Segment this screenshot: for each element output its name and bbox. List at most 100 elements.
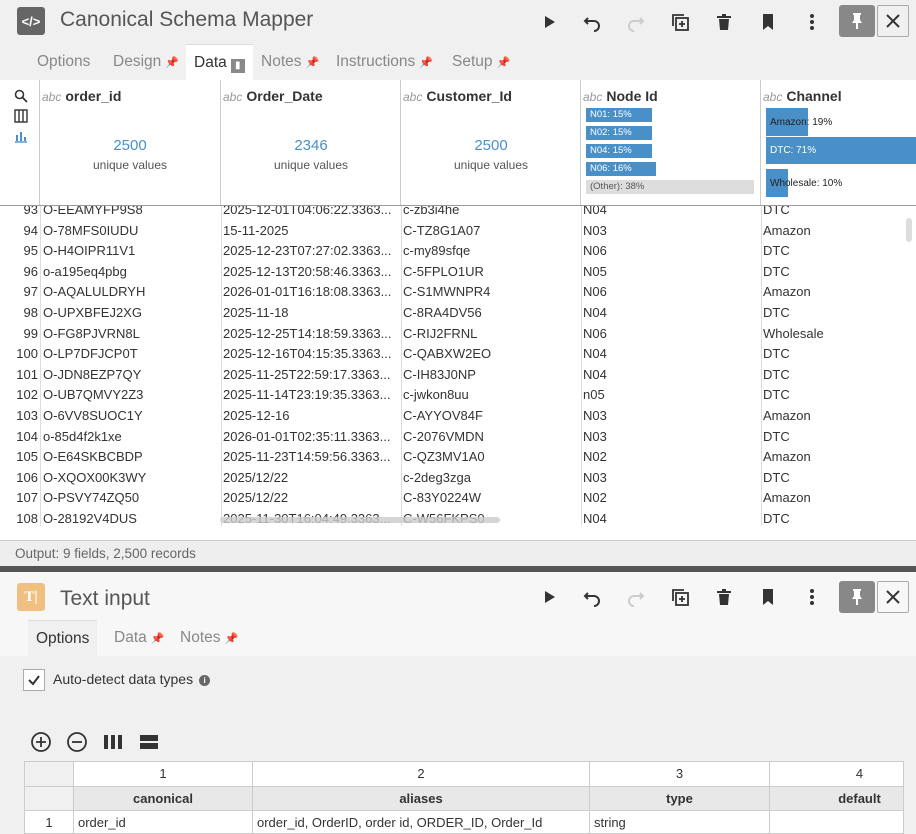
channel-cell: DTC	[763, 206, 790, 217]
close-icon	[886, 590, 900, 604]
bookmark-button[interactable]	[753, 8, 783, 36]
table-cell[interactable]: order_id, OrderID, order id, ORDER_ID, O…	[253, 811, 590, 833]
tab-notes[interactable]: Notes 📌	[253, 44, 327, 80]
close-panel-button[interactable]	[877, 581, 909, 613]
node-id-cell: N03	[583, 469, 607, 485]
row-index: 95	[23, 243, 38, 259]
redo-icon	[628, 17, 645, 32]
table-row[interactable]: 102 O-UB7QMVY2Z3 2025-11-14T23:19:35.3363.…	[0, 385, 916, 406]
table-row[interactable]: 106 O-XQOX00K3WY 2025/12/22 c-2deg3zga N03 DT…	[0, 468, 916, 489]
autodetect-checkbox[interactable]	[23, 669, 45, 691]
tab-setup[interactable]: Setup 📌	[444, 44, 518, 80]
customer-id-cell: C-RIJ2FRNL	[403, 325, 478, 341]
panel1-tabs: Options Design 📌 Data ▮ Notes 📌 Instruction…	[0, 44, 916, 80]
pin-panel-button[interactable]	[839, 5, 875, 37]
delete-button[interactable]	[709, 8, 739, 36]
column-header-order-id[interactable]: abc order_id 2500 unique values	[40, 80, 221, 206]
more-menu-button[interactable]	[797, 8, 827, 36]
redo-button[interactable]	[621, 583, 651, 611]
distribution-bar[interactable]: N04: 15%	[586, 144, 652, 158]
table-row[interactable]: 103 O-6VV8SUOC1Y 2025-12-16 C-AYYOV84F N03 Am…	[0, 406, 916, 427]
bar-chart-icon[interactable]	[13, 128, 29, 144]
tab-options[interactable]: Options	[29, 44, 98, 80]
pin-icon: 📌	[165, 57, 179, 69]
text-input-icon: T|	[17, 583, 45, 611]
distribution-bar[interactable]: Amazon: 19%	[766, 108, 832, 136]
table-row[interactable]: 107 O-PSVY74ZQ50 2025/12/22 C-83Y0224W N02 Am…	[0, 488, 916, 509]
table-row[interactable]: 104 o-85d4f2k1xe 2026-01-01T02:35:11.3363.…	[0, 427, 916, 448]
order-date-cell: 2025-12-16	[223, 408, 290, 423]
tab-design[interactable]: Design 📌	[105, 44, 187, 80]
row-index: 107	[16, 490, 38, 506]
pin-icon: 📌	[305, 57, 320, 69]
remove-row-button[interactable]	[65, 730, 89, 754]
distribution-bar[interactable]: Wholesale: 10%	[766, 169, 842, 197]
delete-button[interactable]	[709, 583, 739, 611]
table-row[interactable]: 97 O-AQALULDRYH 2026-01-01T16:18:08.3363..…	[0, 282, 916, 303]
order-date-cell: 2025-12-13T20:58:46.3363...	[223, 263, 392, 279]
duplicate-icon	[672, 589, 689, 606]
bookmark-icon	[763, 589, 773, 605]
tab-data[interactable]: Data ▮	[186, 44, 253, 80]
table-row[interactable]: 98 O-UPXBFEJ2XG 2025-11-18 C-8RA4DV56 N04 DTC	[0, 303, 916, 324]
table-cell[interactable]: order_id	[74, 811, 253, 833]
pin-panel-button[interactable]	[839, 581, 875, 613]
table-cell[interactable]: string	[590, 811, 770, 833]
columns-icon[interactable]	[13, 108, 29, 124]
distribution-bar[interactable]: (Other): 38%	[586, 180, 754, 194]
table-row[interactable]: 96 o-a195eq4pbg 2025-12-13T20:58:46.3363..…	[0, 262, 916, 283]
column-header-order-date[interactable]: abc Order_Date 2346 unique values	[221, 80, 401, 206]
distribution-bar[interactable]: N06: 16%	[586, 162, 656, 176]
channel-cell: Amazon	[763, 449, 811, 465]
table-row[interactable]: 93 O-EEAMYFP9S8 2025-12-01T04:06:22.3363..…	[0, 206, 916, 221]
undo-icon	[583, 17, 600, 32]
horizontal-scrollbar[interactable]	[220, 517, 500, 523]
table-row[interactable]: 100 O-LP7DFJCP0T 2025-12-16T04:15:35.3363.…	[0, 344, 916, 365]
undo-button[interactable]	[577, 8, 607, 36]
column-header-customer-id[interactable]: abc Customer_Id 2500 unique values	[401, 80, 581, 206]
duplicate-button[interactable]	[665, 8, 695, 36]
column-header-node-id[interactable]: abc Node Id N01: 15% N02: 15% N04: 15% N06: …	[581, 80, 761, 206]
customer-id-cell: C-5FPLO1UR	[403, 263, 484, 279]
tab-label: Options	[37, 53, 91, 70]
distribution-bar[interactable]: N01: 15%	[586, 108, 652, 122]
search-icon[interactable]	[13, 88, 29, 104]
more-menu-button[interactable]	[797, 583, 827, 611]
duplicate-button[interactable]	[665, 583, 695, 611]
run-button[interactable]	[534, 583, 564, 611]
column-layout-button[interactable]	[101, 730, 125, 754]
tab-data[interactable]: Data 📌	[106, 620, 172, 656]
table-row[interactable]: 105 O-E64SKBCBDP 2025-11-23T14:59:56.3363.…	[0, 447, 916, 468]
table-row[interactable]: 94 O-78MFS0IUDU 15-11-2025 C-TZ8G1A07 N03 Ama…	[0, 221, 916, 242]
tab-notes[interactable]: Notes 📌	[172, 620, 246, 656]
column-name: abc Channel	[763, 88, 842, 104]
run-button[interactable]	[534, 8, 564, 36]
tab-instructions[interactable]: Instructions 📌	[328, 44, 441, 80]
table-row[interactable]: 95 O-H4OIPR11V1 2025-12-23T07:27:02.3363..…	[0, 241, 916, 262]
row-index: 98	[23, 305, 38, 320]
customer-id-cell: C-S1MWNPR4	[403, 284, 491, 300]
vertical-scrollbar[interactable]	[906, 218, 912, 242]
order-id-cell: O-6VV8SUOC1Y	[43, 408, 143, 423]
bookmark-button[interactable]	[753, 583, 783, 611]
channel-cell: DTC	[763, 366, 790, 382]
distribution-bar[interactable]: N02: 15%	[586, 126, 652, 140]
table-cell[interactable]	[770, 811, 903, 833]
add-row-button[interactable]	[29, 730, 53, 754]
distribution-bar[interactable]: DTC: 71%	[766, 137, 916, 164]
redo-button[interactable]	[621, 8, 651, 36]
tab-options[interactable]: Options	[28, 620, 98, 656]
table-row[interactable]: 99 O-FG8PJVRN8L 2025-12-25T14:18:59.3363..…	[0, 324, 916, 345]
customer-id-cell: C-AYYOV84F	[403, 408, 483, 423]
table-row[interactable]: 101 O-JDN8EZP7QY 2025-11-25T22:59:17.3363.…	[0, 365, 916, 386]
undo-button[interactable]	[577, 583, 607, 611]
column-header-channel[interactable]: abc Channel Amazon: 19% DTC: 71% Wholesale:…	[761, 80, 916, 206]
close-panel-button[interactable]	[877, 5, 909, 37]
info-icon[interactable]: i	[199, 675, 211, 686]
row-layout-button[interactable]	[137, 730, 161, 754]
row-index: 99	[23, 325, 38, 341]
row-index: 103	[16, 408, 38, 423]
panel1-titlebar: </> Canonical Schema Mapper	[0, 0, 916, 44]
row-index: 106	[16, 469, 38, 485]
more-vertical-icon	[810, 589, 814, 605]
